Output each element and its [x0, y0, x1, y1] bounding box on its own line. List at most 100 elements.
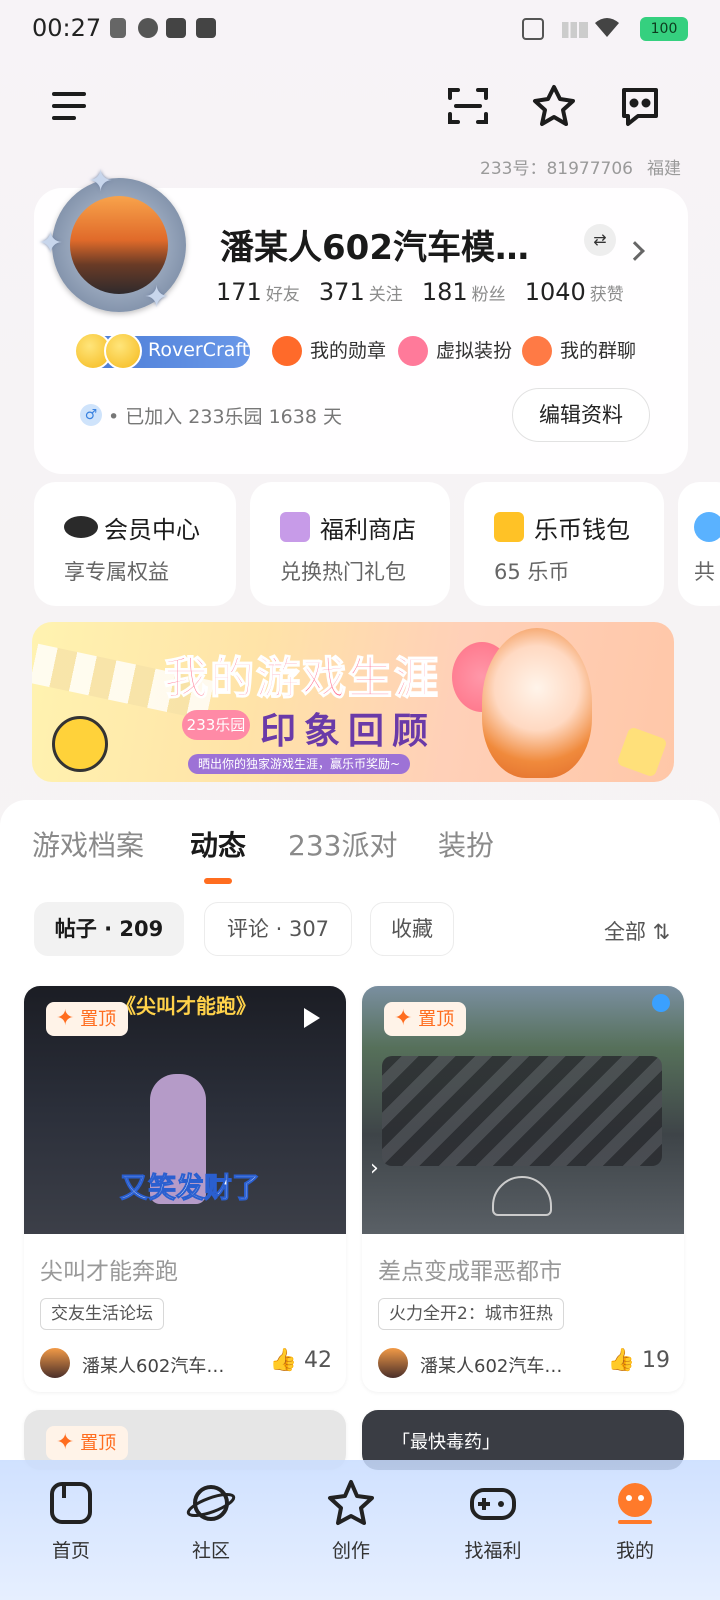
nav-label: 创作 — [331, 1540, 370, 1562]
thumbs-up-icon: 👍 — [607, 1348, 635, 1373]
nav-home[interactable]: 首页 — [16, 1474, 126, 1584]
pinned-label: 置顶 — [80, 1433, 117, 1454]
more-card[interactable]: 共 — [678, 482, 720, 606]
user-id: 233号：81977706 — [480, 159, 633, 179]
home-icon — [50, 1482, 92, 1524]
app-icon — [138, 18, 158, 38]
cars-pile — [382, 1056, 662, 1166]
stat-number: 1040 — [524, 278, 586, 306]
my-medals-link[interactable]: 我的勋章 — [310, 336, 386, 363]
stat-number: 371 — [318, 278, 365, 306]
nav-label: 找福利 — [464, 1540, 522, 1562]
post-card[interactable]: 《尖叫才能跑》 又笑发财了 ✦ 置顶 尖叫才能奔跑 交友生活论坛 潘某人602汽… — [24, 986, 346, 1392]
tab-party[interactable]: 233派对 — [288, 824, 397, 864]
post-card[interactable]: › ✦ 置顶 差点变成罪恶都市 火力全开2：城市狂热 潘某人602汽车… 👍 1… — [362, 986, 684, 1392]
stat-number: 171 — [216, 278, 262, 306]
video-icon — [196, 18, 216, 38]
tab-activity[interactable]: 动态 — [190, 824, 246, 864]
planet-icon — [186, 1485, 236, 1521]
stat-label: 关注 — [368, 285, 403, 305]
switch-account-icon[interactable]: ⇄ — [584, 224, 616, 256]
play-icon[interactable] — [304, 1008, 320, 1028]
stat-number: 181 — [421, 278, 468, 306]
like-count: 19 — [642, 1348, 670, 1373]
gamepad-icon — [470, 1488, 516, 1520]
nav-create[interactable]: 创作 — [296, 1474, 406, 1584]
pin-icon: ✦ — [56, 1430, 75, 1455]
star-icon: ✦ — [38, 226, 64, 261]
card-subtitle: 兑换热门礼包 — [280, 560, 406, 584]
nav-welfare[interactable]: 找福利 — [438, 1474, 548, 1584]
pinned-badge: ✦ 置顶 — [46, 1002, 129, 1036]
thumbs-up-icon: 👍 — [269, 1348, 297, 1373]
stat-label: 好友 — [265, 285, 300, 305]
banner-brand-pill: 233乐园 — [182, 710, 250, 740]
nav-community[interactable]: 社区 — [156, 1474, 266, 1584]
post-tag[interactable]: 火力全开2：城市狂热 — [378, 1298, 564, 1330]
pin-icon: ✦ — [394, 1006, 413, 1031]
my-group-chats-link[interactable]: 我的群聊 — [560, 336, 636, 363]
sort-dropdown[interactable]: 全部 ⇅ — [604, 916, 670, 946]
post-likes[interactable]: 👍 19 — [608, 1348, 670, 1373]
group-chat-icon — [522, 336, 552, 366]
tab-game-archive[interactable]: 游戏档案 — [32, 824, 144, 864]
pinned-label: 置顶 — [418, 1009, 455, 1030]
signal-icon — [562, 22, 588, 38]
overlay-title: 《尖叫才能跑》 — [116, 994, 256, 1018]
medal-icon — [272, 336, 302, 366]
stat-friends[interactable]: 171 好友 — [216, 278, 300, 306]
card-subtitle: 65 乐币 — [494, 560, 570, 584]
status-time: 00:27 — [32, 14, 102, 42]
card-title: 福利商店 — [320, 516, 416, 544]
post-author[interactable]: 潘某人602汽车… — [82, 1352, 224, 1378]
post-likes[interactable]: 👍 42 — [270, 1348, 332, 1373]
chip-favorites[interactable]: 收藏 — [370, 902, 454, 956]
globe-icon — [652, 994, 670, 1012]
post-tag[interactable]: 交友生活论坛 — [40, 1298, 164, 1330]
chip-posts[interactable]: 帖子 · 209 — [34, 902, 184, 956]
message-icon[interactable] — [616, 82, 664, 130]
vip-center-card[interactable]: 会员中心 享专属权益 — [34, 482, 236, 606]
username: 潘某人602汽车模… — [220, 228, 529, 268]
avatar[interactable]: ✦ ✦ ✦ — [38, 164, 194, 320]
dice-icon — [616, 726, 668, 778]
author-avatar[interactable] — [378, 1348, 408, 1378]
like-count: 42 — [304, 1348, 332, 1373]
banner-note: 晒出你的独家游戏生涯，赢乐币奖励~ — [188, 754, 411, 774]
banner-title: 我的游戏生涯 — [163, 652, 440, 705]
active-tab-indicator — [204, 878, 232, 884]
scan-icon[interactable] — [444, 82, 492, 130]
edit-profile-button[interactable]: 编辑资料 — [512, 388, 650, 442]
stat-likes[interactable]: 1040 获赞 — [525, 278, 624, 306]
chip-comments[interactable]: 评论 · 307 — [204, 902, 352, 956]
mail-icon — [166, 18, 186, 38]
virtual-costume-link[interactable]: 虚拟装扮 — [436, 336, 512, 363]
chevron-left-icon[interactable]: › — [370, 1156, 379, 1181]
rovercraft-label: RoverCraft — [148, 339, 250, 361]
stat-following[interactable]: 371 关注 — [319, 278, 403, 306]
male-icon: ♂ — [80, 404, 102, 426]
tab-costume[interactable]: 装扮 — [438, 824, 494, 864]
vip-icon — [64, 516, 98, 538]
banner-subtitle: 印象回顾 — [260, 711, 437, 752]
vibrate-icon — [522, 18, 544, 40]
menu-icon[interactable] — [46, 82, 94, 130]
game-career-banner[interactable]: 我的游戏生涯 233乐园 印象回顾 晒出你的独家游戏生涯，赢乐币奖励~ — [32, 622, 674, 782]
stat-fans[interactable]: 181 粉丝 — [422, 278, 506, 306]
post-author[interactable]: 潘某人602汽车… — [420, 1352, 562, 1378]
overlay-caption: 又笑发财了 — [119, 1171, 261, 1205]
joined-days: • 已加入 233乐园 1638 天 — [108, 406, 342, 428]
author-avatar[interactable] — [40, 1348, 70, 1378]
nav-mine[interactable]: 我的 — [580, 1474, 690, 1584]
coin-wallet-card[interactable]: 乐币钱包 65 乐币 — [464, 482, 664, 606]
user-location: 福建 — [646, 159, 681, 179]
card-subtitle: 享专属权益 — [64, 560, 169, 584]
create-star-icon — [328, 1480, 374, 1525]
more-card-icon — [694, 512, 720, 542]
anime-character — [482, 628, 592, 778]
nav-label: 社区 — [191, 1540, 230, 1562]
star-shape-icon[interactable] — [530, 82, 578, 130]
mine-icon — [618, 1483, 652, 1524]
welfare-shop-card[interactable]: 福利商店 兑换热门礼包 — [250, 482, 450, 606]
post-title: 差点变成罪恶都市 — [378, 1259, 562, 1285]
